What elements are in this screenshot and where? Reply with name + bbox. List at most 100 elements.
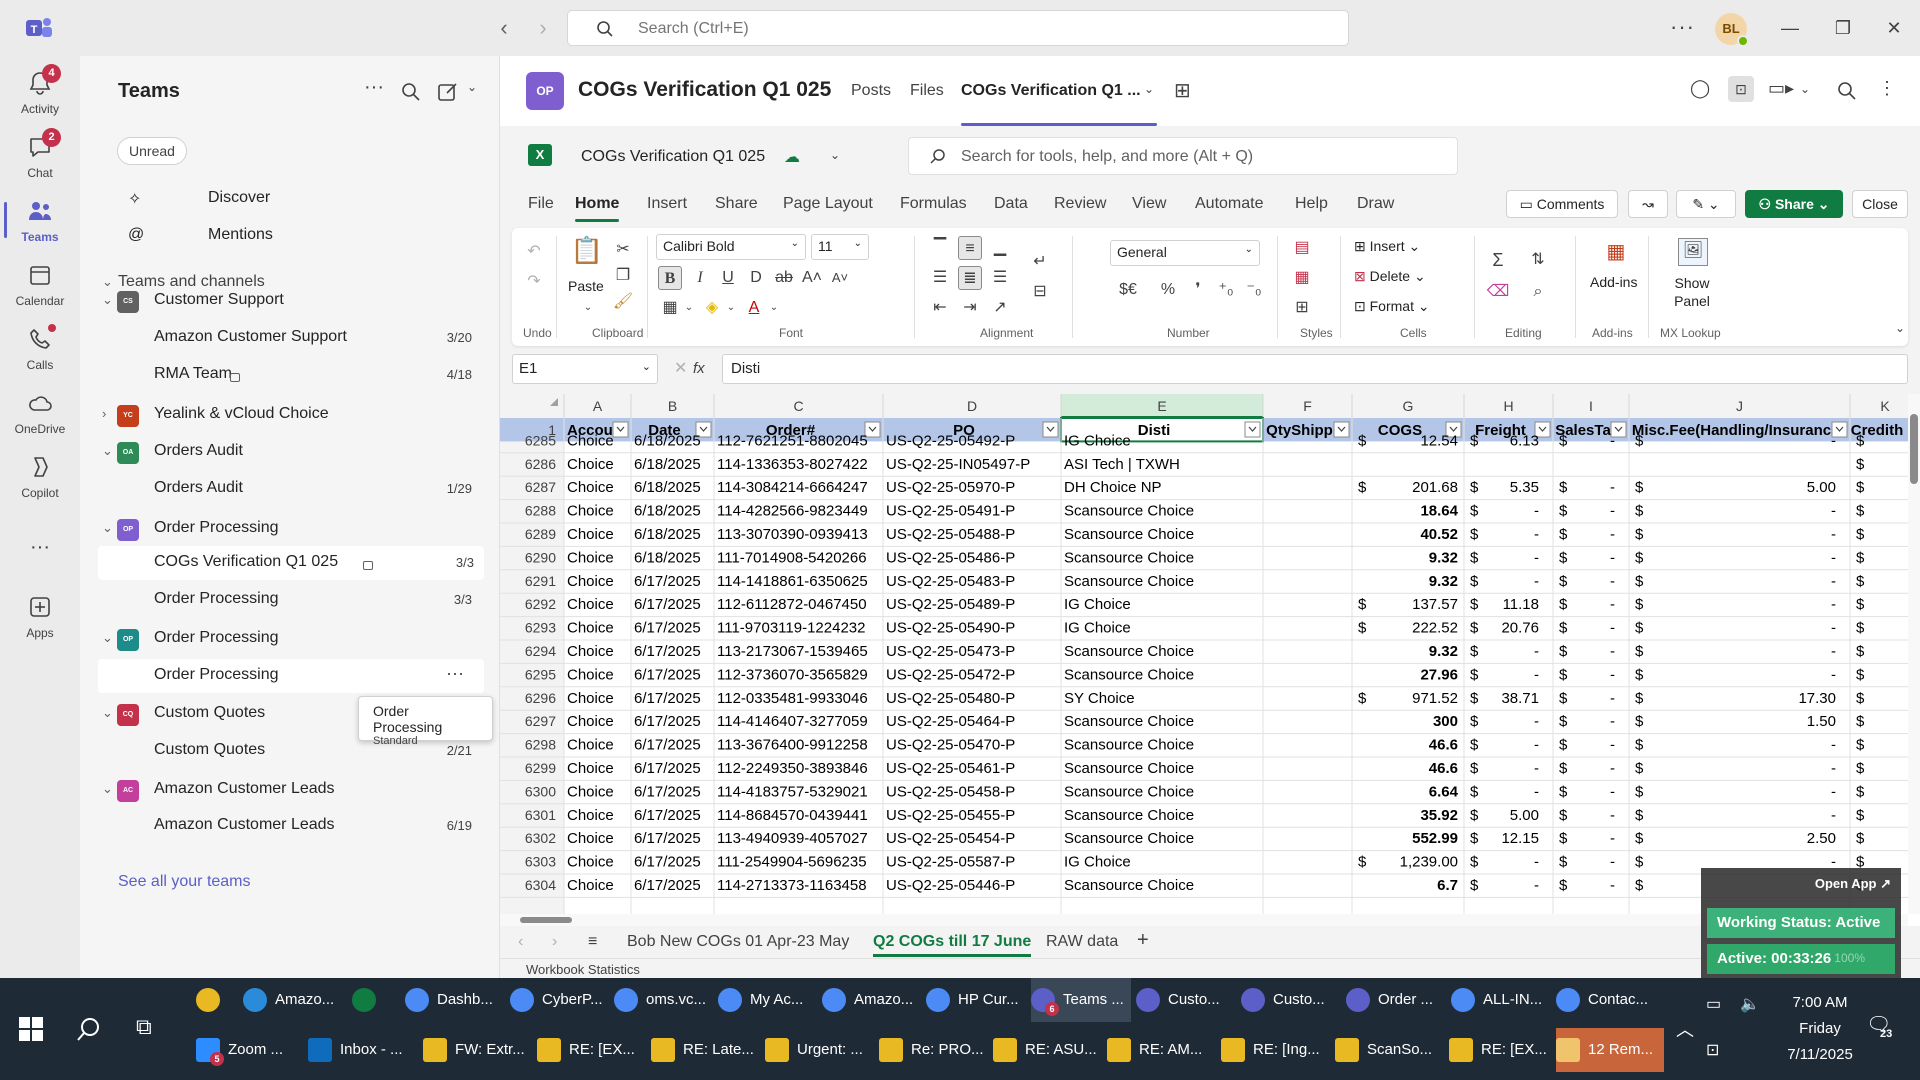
taskbar-app[interactable]: ALL-IN... (1451, 978, 1551, 1022)
taskbar-app[interactable]: oms.vc... (614, 978, 714, 1022)
cell[interactable]: Choice (567, 620, 614, 637)
cell[interactable]: US-Q2-25-05491-P (886, 503, 1015, 520)
cell[interactable]: Scansource Choice (1064, 737, 1194, 754)
cell-value[interactable]: - (1610, 737, 1615, 754)
show-panel-label[interactable]: Show Panel (1664, 274, 1720, 310)
cell-value[interactable]: - (1610, 690, 1615, 707)
align-center-icon[interactable]: ≣ (958, 266, 982, 290)
tab-cogs-verification[interactable]: COGs Verification Q1 ... (961, 82, 1141, 100)
cell-value[interactable]: - (1534, 877, 1539, 894)
align-left-icon[interactable]: ☰ (928, 266, 952, 290)
horizontal-scrollbar[interactable] (500, 914, 1908, 926)
cell[interactable]: IG Choice (1064, 620, 1131, 637)
column-letter[interactable]: D (967, 398, 977, 414)
cell[interactable]: Scansource Choice (1064, 549, 1194, 566)
rail-onedrive[interactable]: OneDrive (0, 384, 80, 448)
cell[interactable]: 113-2173067-1539465 (717, 643, 868, 660)
cell[interactable]: 6/17/2025 (634, 713, 701, 730)
cell[interactable]: 114-3084214-6664247 (717, 479, 868, 496)
spreadsheet-grid[interactable]: A B C D E F G H I J K 1 Accou Date Order# PO Disti QtyShi… (500, 394, 1920, 926)
cell-cogs[interactable]: 9.32 (1429, 643, 1458, 660)
cell[interactable]: Choice (567, 479, 614, 496)
menu-home[interactable]: Home (575, 195, 620, 222)
cell-value[interactable]: - (1534, 713, 1539, 730)
decrease-indent-icon[interactable]: ⇤ (928, 296, 952, 320)
cell[interactable]: 6/17/2025 (634, 783, 701, 800)
chevron-down-icon[interactable]: ⌄ (102, 520, 113, 536)
cell-cogs[interactable]: 35.92 (1420, 807, 1458, 824)
chevron-down-icon[interactable]: ⌄ (102, 630, 113, 646)
italic-icon[interactable]: I (688, 266, 712, 290)
cell[interactable]: 112-0335481-9933046 (717, 690, 868, 707)
align-top-icon[interactable]: ▔ (928, 236, 952, 260)
cell[interactable]: 113-3070390-0939413 (717, 526, 868, 543)
team-row[interactable]: ⌄ OA Orders Audit (80, 435, 500, 469)
cell-cogs[interactable]: 300 (1433, 713, 1458, 730)
cell[interactable]: IG Choice (1064, 854, 1131, 871)
cell[interactable]: US-Q2-25-IN05497-P (886, 456, 1030, 473)
cell[interactable]: Scansource Choice (1064, 783, 1194, 800)
column-letter[interactable]: F (1303, 398, 1312, 414)
find-icon[interactable]: ⌕ (1526, 280, 1550, 304)
cell[interactable]: US-Q2-25-05473-P (886, 643, 1015, 660)
row-number[interactable]: 6285 (525, 432, 556, 448)
chevron-down-icon[interactable]: ⌄ (1800, 82, 1810, 96)
cell-value[interactable]: - (1831, 643, 1836, 660)
bag-icon[interactable]: ⊡ (1728, 76, 1754, 102)
row-number[interactable]: 6300 (525, 783, 556, 799)
taskbar-app[interactable]: Custo... (1136, 978, 1236, 1022)
cell-value[interactable]: - (1831, 666, 1836, 683)
add-sheet-icon[interactable]: + (1137, 929, 1149, 952)
cell-value[interactable]: - (1831, 503, 1836, 520)
delete-cells-button[interactable]: ⊠ Delete ⌄ (1354, 268, 1426, 285)
channel-row[interactable]: Amazon Customer Support 3/20 (80, 321, 500, 355)
workbook-statistics[interactable]: Workbook Statistics (526, 962, 640, 977)
filter-dropdown-icon[interactable] (1244, 421, 1261, 438)
rail-apps[interactable]: Apps (0, 588, 80, 652)
teams-logo-icon[interactable]: T (24, 14, 54, 42)
cell[interactable]: US-Q2-25-05464-P (886, 713, 1015, 730)
cell[interactable]: US-Q2-25-05472-P (886, 666, 1015, 683)
cell[interactable]: Scansource Choice (1064, 760, 1194, 777)
show-hidden-icons[interactable]: ︿ (1676, 1016, 1694, 1042)
back-arrow-icon[interactable]: ‹ (492, 14, 516, 42)
align-bottom-icon[interactable]: ▁ (988, 236, 1012, 260)
cell[interactable]: 113-4940939-4057027 (717, 830, 868, 847)
prev-sheet-icon[interactable]: ‹ (518, 933, 523, 951)
restore-icon[interactable]: ❐ (1828, 14, 1858, 42)
menu-insert[interactable]: Insert (647, 195, 687, 213)
cell[interactable]: SY Choice (1064, 690, 1135, 707)
cell-value[interactable]: - (1831, 783, 1836, 800)
add-ins-icon[interactable]: ▦ (1604, 240, 1628, 264)
cell[interactable]: Scansource Choice (1064, 807, 1194, 824)
cell-value[interactable]: 17.30 (1798, 690, 1836, 707)
underline-icon[interactable]: U (716, 266, 740, 290)
column-letter[interactable]: B (668, 398, 677, 414)
cell[interactable]: Scansource Choice (1064, 830, 1194, 847)
cell[interactable]: Choice (567, 760, 614, 777)
menu-review[interactable]: Review (1054, 195, 1106, 213)
cell[interactable]: Choice (567, 596, 614, 613)
decrease-font-icon[interactable]: A˅ (828, 266, 852, 290)
cell[interactable]: 111-7014908-5420266 (717, 549, 867, 566)
taskbar-app[interactable]: My Ac... (718, 978, 818, 1022)
cell[interactable]: US-Q2-25-05490-P (886, 620, 1015, 637)
taskbar-window[interactable]: 12 Rem... (1556, 1028, 1664, 1072)
cell[interactable]: 6/18/2025 (634, 526, 701, 543)
cell[interactable]: 112-6112872-0467450 (717, 596, 867, 613)
battery-icon[interactable]: ▭ (1706, 994, 1721, 1014)
conditional-formatting-icon[interactable]: ▤ (1290, 236, 1314, 260)
cell-value[interactable]: - (1534, 643, 1539, 660)
cell-value[interactable]: - (1534, 666, 1539, 683)
cell-value[interactable]: - (1831, 432, 1836, 449)
cell[interactable]: Scansource Choice (1064, 643, 1194, 660)
channel-row[interactable]: RMA Team 4/18 (80, 358, 500, 392)
close-excel-button[interactable]: Close (1852, 190, 1908, 218)
menu-formulas[interactable]: Formulas (900, 195, 967, 213)
cell-value[interactable]: 11.18 (1503, 596, 1539, 613)
cell[interactable]: Choice (567, 783, 614, 800)
rail-copilot[interactable]: Copilot (0, 448, 80, 512)
minimize-icon[interactable]: — (1775, 14, 1805, 42)
cell[interactable]: Choice (567, 854, 614, 871)
cell[interactable]: Scansource Choice (1064, 526, 1194, 543)
